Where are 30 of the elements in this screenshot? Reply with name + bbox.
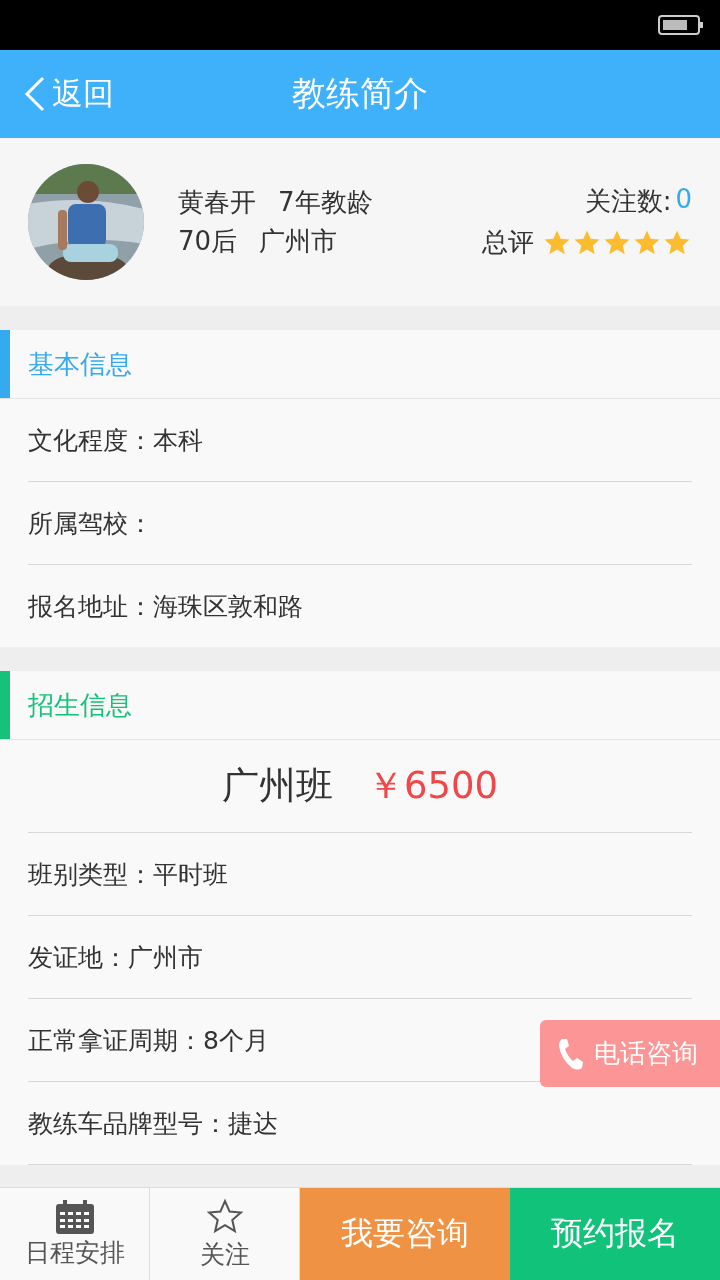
page-title: 教练简介 — [292, 73, 428, 113]
info-text: 报名地址：海珠区敦和路 — [28, 590, 303, 623]
info-text: 正常拿证周期：8个月 — [28, 1024, 269, 1057]
info-text: 班别类型：平时班 — [28, 858, 228, 891]
info-text: 文化程度：本科 — [28, 424, 203, 457]
back-button[interactable]: 返回 — [24, 73, 114, 115]
info-text: 教练车品牌型号：捷达 — [28, 1107, 278, 1140]
city-text: 广州市 — [259, 225, 338, 258]
followers-label: 关注数: — [584, 185, 672, 218]
info-text: 发证地：广州市 — [28, 941, 203, 974]
experience-text: 7年教龄 — [278, 186, 373, 219]
signup-button[interactable]: 预约报名 — [510, 1188, 720, 1280]
price-text: ￥6500 — [366, 763, 499, 809]
consult-button[interactable]: 我要咨询 — [300, 1188, 510, 1280]
battery-icon — [658, 15, 704, 35]
followers-count: 0 — [675, 184, 692, 216]
back-icon — [24, 76, 46, 112]
generation-text: 70后 — [178, 225, 238, 258]
star-icon — [205, 1197, 244, 1236]
calendar-icon — [54, 1199, 95, 1234]
section-title: 基本信息 — [28, 347, 132, 381]
section-title: 招生信息 — [28, 688, 132, 722]
phone-consult-button[interactable]: 电话咨询 — [540, 1020, 720, 1087]
coach-name: 黄春开 — [178, 186, 256, 219]
class-name: 广州班 — [221, 763, 333, 809]
rating-label: 总评 — [482, 226, 534, 259]
follow-tab[interactable]: 关注 — [150, 1188, 300, 1280]
schedule-tab[interactable]: 日程安排 — [0, 1188, 150, 1280]
info-text: 所属驾校： — [28, 507, 153, 540]
phone-icon — [556, 1036, 584, 1071]
